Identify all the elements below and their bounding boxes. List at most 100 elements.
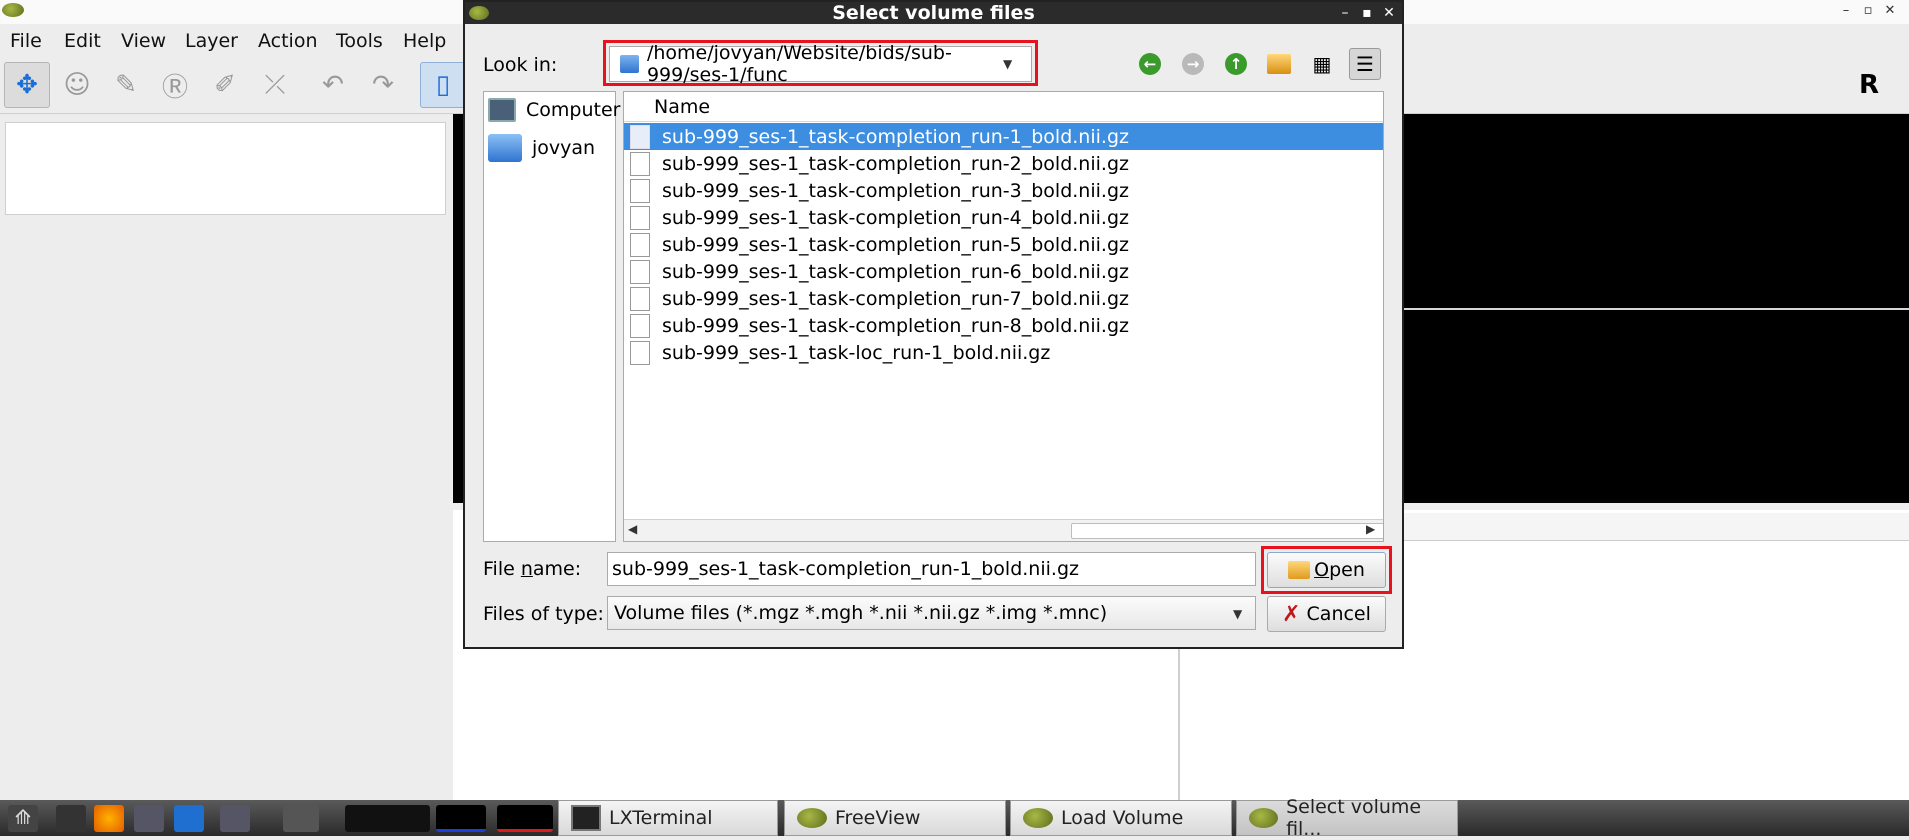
- cancel-x-icon: ✗: [1282, 601, 1301, 627]
- file-row[interactable]: sub-999_ses-1_task-completion_run-5_bold…: [624, 231, 1383, 258]
- firefox-icon[interactable]: [94, 805, 124, 832]
- new-folder-icon: [1267, 54, 1291, 74]
- list-view-button[interactable]: ▦: [1306, 48, 1338, 80]
- file-manager-icon[interactable]: [56, 805, 86, 832]
- minimize-icon[interactable]: –: [1837, 2, 1855, 20]
- new-folder-button[interactable]: [1263, 48, 1295, 80]
- window-list-icon[interactable]: [220, 805, 250, 832]
- menu-help[interactable]: Help: [403, 30, 446, 52]
- task-load-volume[interactable]: Load Volume: [1010, 800, 1232, 836]
- scroll-right-icon[interactable]: ▶: [1366, 522, 1375, 536]
- select-volume-dialog: Select volume files – ▪ ✕ Look in: /home…: [463, 0, 1404, 649]
- sidebar-item-jovyan[interactable]: jovyan: [488, 132, 595, 164]
- desktop-pager[interactable]: [345, 805, 430, 832]
- menu-view[interactable]: View: [121, 30, 166, 52]
- detail-view-button[interactable]: ☰: [1349, 48, 1381, 80]
- brain-icon: [797, 808, 827, 828]
- info-panel-header: [1400, 513, 1909, 541]
- recon-edit-tool-icon[interactable]: Ⓡ: [152, 62, 198, 108]
- freeview-logo-icon: [2, 3, 24, 17]
- detail-view-icon: ☰: [1356, 52, 1374, 76]
- look-in-highlight: [603, 40, 1038, 86]
- task-lxterminal[interactable]: LXTerminal: [558, 800, 778, 836]
- vscode-icon[interactable]: [174, 805, 204, 832]
- files-of-type-select[interactable]: Volume files (*.mgz *.mgh *.nii *.nii.gz…: [607, 596, 1256, 630]
- file-name: sub-999_ses-1_task-completion_run-6_bold…: [662, 260, 1129, 283]
- file-row[interactable]: sub-999_ses-1_task-completion_run-4_bold…: [624, 204, 1383, 231]
- chevron-down-icon[interactable]: ▼: [1233, 607, 1242, 621]
- cancel-button-label: Cancel: [1306, 603, 1371, 625]
- menu-edit[interactable]: Edit: [64, 30, 101, 52]
- up-arrow-icon: ↑: [1225, 53, 1247, 75]
- cancel-button[interactable]: ✗ Cancel: [1267, 596, 1386, 632]
- close-icon[interactable]: ✕: [1881, 2, 1899, 20]
- sidebar-item-computer[interactable]: Computer: [488, 94, 620, 126]
- file-name-input[interactable]: sub-999_ses-1_task-completion_run-1_bold…: [607, 552, 1256, 586]
- brain-icon: [1249, 808, 1279, 828]
- menu-tools[interactable]: Tools: [336, 30, 383, 52]
- menu-action[interactable]: Action: [258, 30, 318, 52]
- maximize-icon[interactable]: ▪: [1358, 4, 1376, 22]
- scrollbar-thumb[interactable]: [1071, 523, 1383, 539]
- sidebar-item-label: Computer: [526, 99, 621, 121]
- file-row[interactable]: sub-999_ses-1_task-completion_run-2_bold…: [624, 150, 1383, 177]
- column-header-name[interactable]: Name: [654, 96, 710, 118]
- parent-directory-button[interactable]: ↑: [1220, 48, 1252, 80]
- layout-1x1-icon[interactable]: ▯: [420, 62, 466, 108]
- freeview-tray-icon[interactable]: [283, 805, 319, 832]
- folder-icon: [488, 134, 522, 162]
- terminal-icon: [571, 805, 601, 831]
- file-row[interactable]: sub-999_ses-1_task-completion_run-1_bold…: [624, 123, 1383, 150]
- forward-button[interactable]: →: [1177, 48, 1209, 80]
- task-freeview[interactable]: FreeView: [784, 800, 1006, 836]
- back-button[interactable]: ←: [1134, 48, 1166, 80]
- task-label: FreeView: [835, 807, 921, 829]
- horizontal-scrollbar[interactable]: ◀ ▶: [624, 519, 1383, 541]
- file-name: sub-999_ses-1_task-completion_run-2_bold…: [662, 152, 1129, 175]
- file-icon: [630, 340, 650, 365]
- task-label: Load Volume: [1061, 807, 1184, 829]
- file-name: sub-999_ses-1_task-loc_run-1_bold.nii.gz: [662, 341, 1051, 364]
- file-icon: [630, 178, 650, 203]
- task-label: Select volume fil...: [1286, 796, 1422, 840]
- restore-icon[interactable]: ▫: [1859, 2, 1877, 20]
- file-name: sub-999_ses-1_task-completion_run-8_bold…: [662, 314, 1129, 337]
- start-menu-icon[interactable]: ⟰: [8, 805, 38, 832]
- redo-icon[interactable]: ↷: [360, 62, 406, 108]
- task-select-volume[interactable]: Select volume fil...: [1236, 796, 1458, 840]
- close-icon[interactable]: ✕: [1380, 4, 1398, 22]
- file-name: sub-999_ses-1_task-completion_run-7_bold…: [662, 287, 1129, 310]
- file-list[interactable]: Name sub-999_ses-1_task-completion_run-1…: [623, 91, 1384, 542]
- file-icon: [630, 259, 650, 284]
- file-row[interactable]: sub-999_ses-1_task-completion_run-8_bold…: [624, 312, 1383, 339]
- menu-layer[interactable]: Layer: [185, 30, 238, 52]
- sidebar-item-label: jovyan: [532, 137, 596, 159]
- file-icon: [630, 232, 650, 257]
- file-name: sub-999_ses-1_task-completion_run-5_bold…: [662, 233, 1129, 256]
- brain-icon: [1023, 808, 1053, 828]
- monitor-icon[interactable]: [134, 805, 164, 832]
- minimize-icon[interactable]: –: [1336, 4, 1354, 22]
- memory-monitor: [497, 805, 553, 832]
- menu-file[interactable]: File: [10, 30, 42, 52]
- roi-edit-tool-icon[interactable]: ☺: [54, 62, 100, 108]
- contour-tool-icon[interactable]: ⤫: [252, 62, 298, 108]
- voxel-edit-tool-icon[interactable]: ✎: [103, 62, 149, 108]
- navigate-tool-icon[interactable]: ✥: [4, 62, 50, 108]
- point-set-tool-icon[interactable]: ✐: [202, 62, 248, 108]
- file-icon: [630, 151, 650, 176]
- layer-panel: [5, 122, 446, 215]
- look-in-label: Look in:: [483, 54, 558, 76]
- file-row[interactable]: sub-999_ses-1_task-completion_run-3_bold…: [624, 177, 1383, 204]
- file-row[interactable]: sub-999_ses-1_task-completion_run-6_bold…: [624, 258, 1383, 285]
- file-row[interactable]: sub-999_ses-1_task-loc_run-1_bold.nii.gz: [624, 339, 1383, 366]
- file-name: sub-999_ses-1_task-completion_run-3_bold…: [662, 179, 1129, 202]
- scroll-left-icon[interactable]: ◀: [628, 522, 637, 536]
- undo-icon[interactable]: ↶: [310, 62, 356, 108]
- file-row[interactable]: sub-999_ses-1_task-completion_run-7_bold…: [624, 285, 1383, 312]
- file-icon: [630, 313, 650, 338]
- places-sidebar: Computer jovyan: [483, 91, 620, 542]
- task-label: LXTerminal: [609, 807, 713, 829]
- cpu-monitor: [436, 805, 486, 832]
- file-icon: [630, 124, 650, 149]
